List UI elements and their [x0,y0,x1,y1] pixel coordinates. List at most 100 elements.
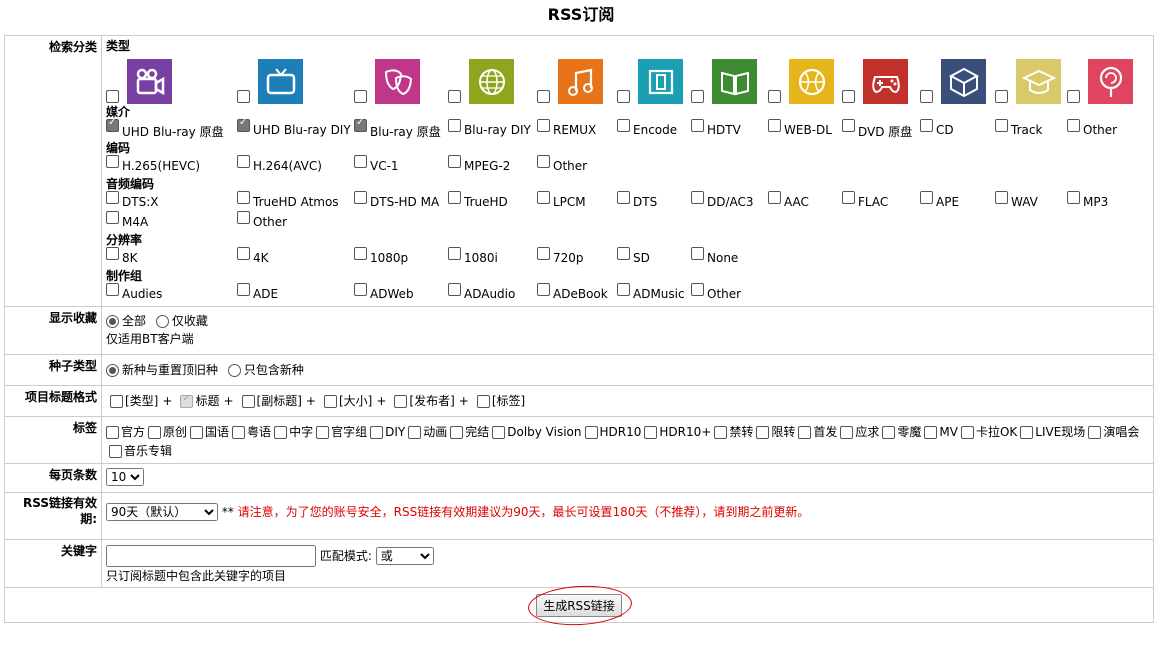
tag-checkbox[interactable] [960,426,974,439]
tag-checkbox[interactable] [840,426,854,439]
audio-option[interactable]: AAC [768,191,842,212]
group-option[interactable]: Other [691,283,768,304]
audio-option[interactable]: DTS:X [106,191,237,212]
tag-checkbox[interactable] [644,426,658,439]
medium-option[interactable]: Track [995,119,1067,140]
camera-movie-icon[interactable] [127,59,172,104]
title-format-checkbox[interactable] [241,395,255,408]
resolution-option[interactable]: SD [617,247,691,268]
audio-checkbox[interactable] [920,191,933,204]
audio-option[interactable]: LPCM [537,191,617,212]
tag-checkbox[interactable] [450,426,464,439]
tag-checkbox[interactable] [316,426,330,439]
audio-checkbox[interactable] [354,191,367,204]
medium-option[interactable]: Encode [617,119,691,140]
resolution-option[interactable]: 8K [106,247,237,268]
tag-checkbox[interactable] [714,426,728,439]
resolution-checkbox[interactable] [448,247,461,260]
medium-option[interactable]: CD [920,119,995,140]
tag-checkbox[interactable] [274,426,288,439]
medium-option[interactable]: WEB-DL [768,119,842,140]
stage-performance-icon[interactable] [638,59,683,104]
audio-option[interactable]: MP3 [1067,191,1137,212]
medium-option[interactable]: UHD Blu-ray 原盘 [106,117,237,140]
tag-checkbox[interactable] [1020,426,1034,439]
audio-option[interactable]: TrueHD Atmos [237,191,354,212]
category-checkbox[interactable] [691,90,704,103]
audio-option[interactable]: WAV [995,191,1067,212]
medium-option[interactable]: Other [1067,119,1137,140]
medium-checkbox[interactable] [617,119,630,132]
group-option[interactable]: Audies [106,283,237,304]
group-option[interactable]: ADWeb [354,283,448,304]
rss-expiry-select[interactable]: 90天（默认） [106,503,218,521]
audio-option[interactable]: APE [920,191,995,212]
group-option[interactable]: ADE [237,283,354,304]
audio-option[interactable]: TrueHD [448,191,537,212]
audio-checkbox[interactable] [237,211,250,224]
medium-checkbox[interactable] [1067,119,1080,132]
audio-checkbox[interactable] [448,191,461,204]
codec-option[interactable]: H.264(AVC) [237,155,354,176]
codec-checkbox[interactable] [537,155,550,168]
codec-checkbox[interactable] [106,155,119,168]
audio-checkbox[interactable] [1067,191,1080,204]
torrent-type-all-radio[interactable] [106,364,119,377]
category-checkbox[interactable] [920,90,933,103]
resolution-option[interactable]: 1080i [448,247,537,268]
codec-checkbox[interactable] [448,155,461,168]
audio-checkbox[interactable] [995,191,1008,204]
group-checkbox[interactable] [537,283,550,296]
group-option[interactable]: ADeBook [537,283,617,304]
medium-checkbox[interactable] [768,119,781,132]
medium-option[interactable]: Blu-ray DIY [448,119,537,140]
tag-checkbox[interactable] [798,426,812,439]
resolution-option[interactable]: 1080p [354,247,448,268]
audio-checkbox[interactable] [617,191,630,204]
tag-checkbox[interactable] [148,426,162,439]
keyword-input[interactable] [106,545,316,567]
group-checkbox[interactable] [691,283,704,296]
medium-option[interactable]: DVD 原盘 [842,119,920,140]
audio-option[interactable]: DD/AC3 [691,191,768,212]
audio-checkbox[interactable] [842,191,855,204]
audio-option[interactable]: DTS [617,191,691,212]
audio-checkbox[interactable] [106,211,119,224]
audio-option[interactable]: DTS-HD MA [354,191,448,212]
gamepad-icon[interactable] [863,59,908,104]
category-checkbox[interactable] [617,90,630,103]
match-mode-select[interactable]: 或 [375,547,434,565]
group-checkbox[interactable] [617,283,630,296]
tag-checkbox[interactable] [109,445,122,458]
audio-checkbox[interactable] [106,191,119,204]
category-checkbox[interactable] [1067,90,1080,103]
title-format-checkbox[interactable] [110,395,123,408]
resolution-option[interactable]: 720p [537,247,617,268]
group-checkbox[interactable] [354,283,367,296]
resolution-checkbox[interactable] [617,247,630,260]
codec-option[interactable]: Other [537,155,617,176]
lollipop-icon[interactable] [1088,59,1133,104]
tag-checkbox[interactable] [492,426,506,439]
medium-checkbox[interactable] [448,119,461,132]
title-format-checkbox[interactable] [323,395,337,408]
tag-checkbox[interactable] [882,426,896,439]
medium-option[interactable]: REMUX [537,119,617,140]
tag-checkbox[interactable] [190,426,204,439]
codec-option[interactable]: VC-1 [354,155,448,176]
medium-checkbox[interactable] [995,119,1008,132]
box-software-icon[interactable] [941,59,986,104]
globe-documentary-icon[interactable] [469,59,514,104]
category-checkbox[interactable] [237,90,250,103]
resolution-option[interactable]: None [691,247,768,268]
group-checkbox[interactable] [237,283,250,296]
torrent-type-new-radio[interactable] [227,364,241,377]
resolution-checkbox[interactable] [537,247,550,260]
codec-checkbox[interactable] [237,155,250,168]
group-checkbox[interactable] [106,283,119,296]
audio-checkbox[interactable] [768,191,781,204]
medium-checkbox[interactable] [537,119,550,132]
title-format-checkbox[interactable] [394,395,408,408]
resolution-checkbox[interactable] [354,247,367,260]
bookmark-all-radio[interactable] [106,315,119,328]
